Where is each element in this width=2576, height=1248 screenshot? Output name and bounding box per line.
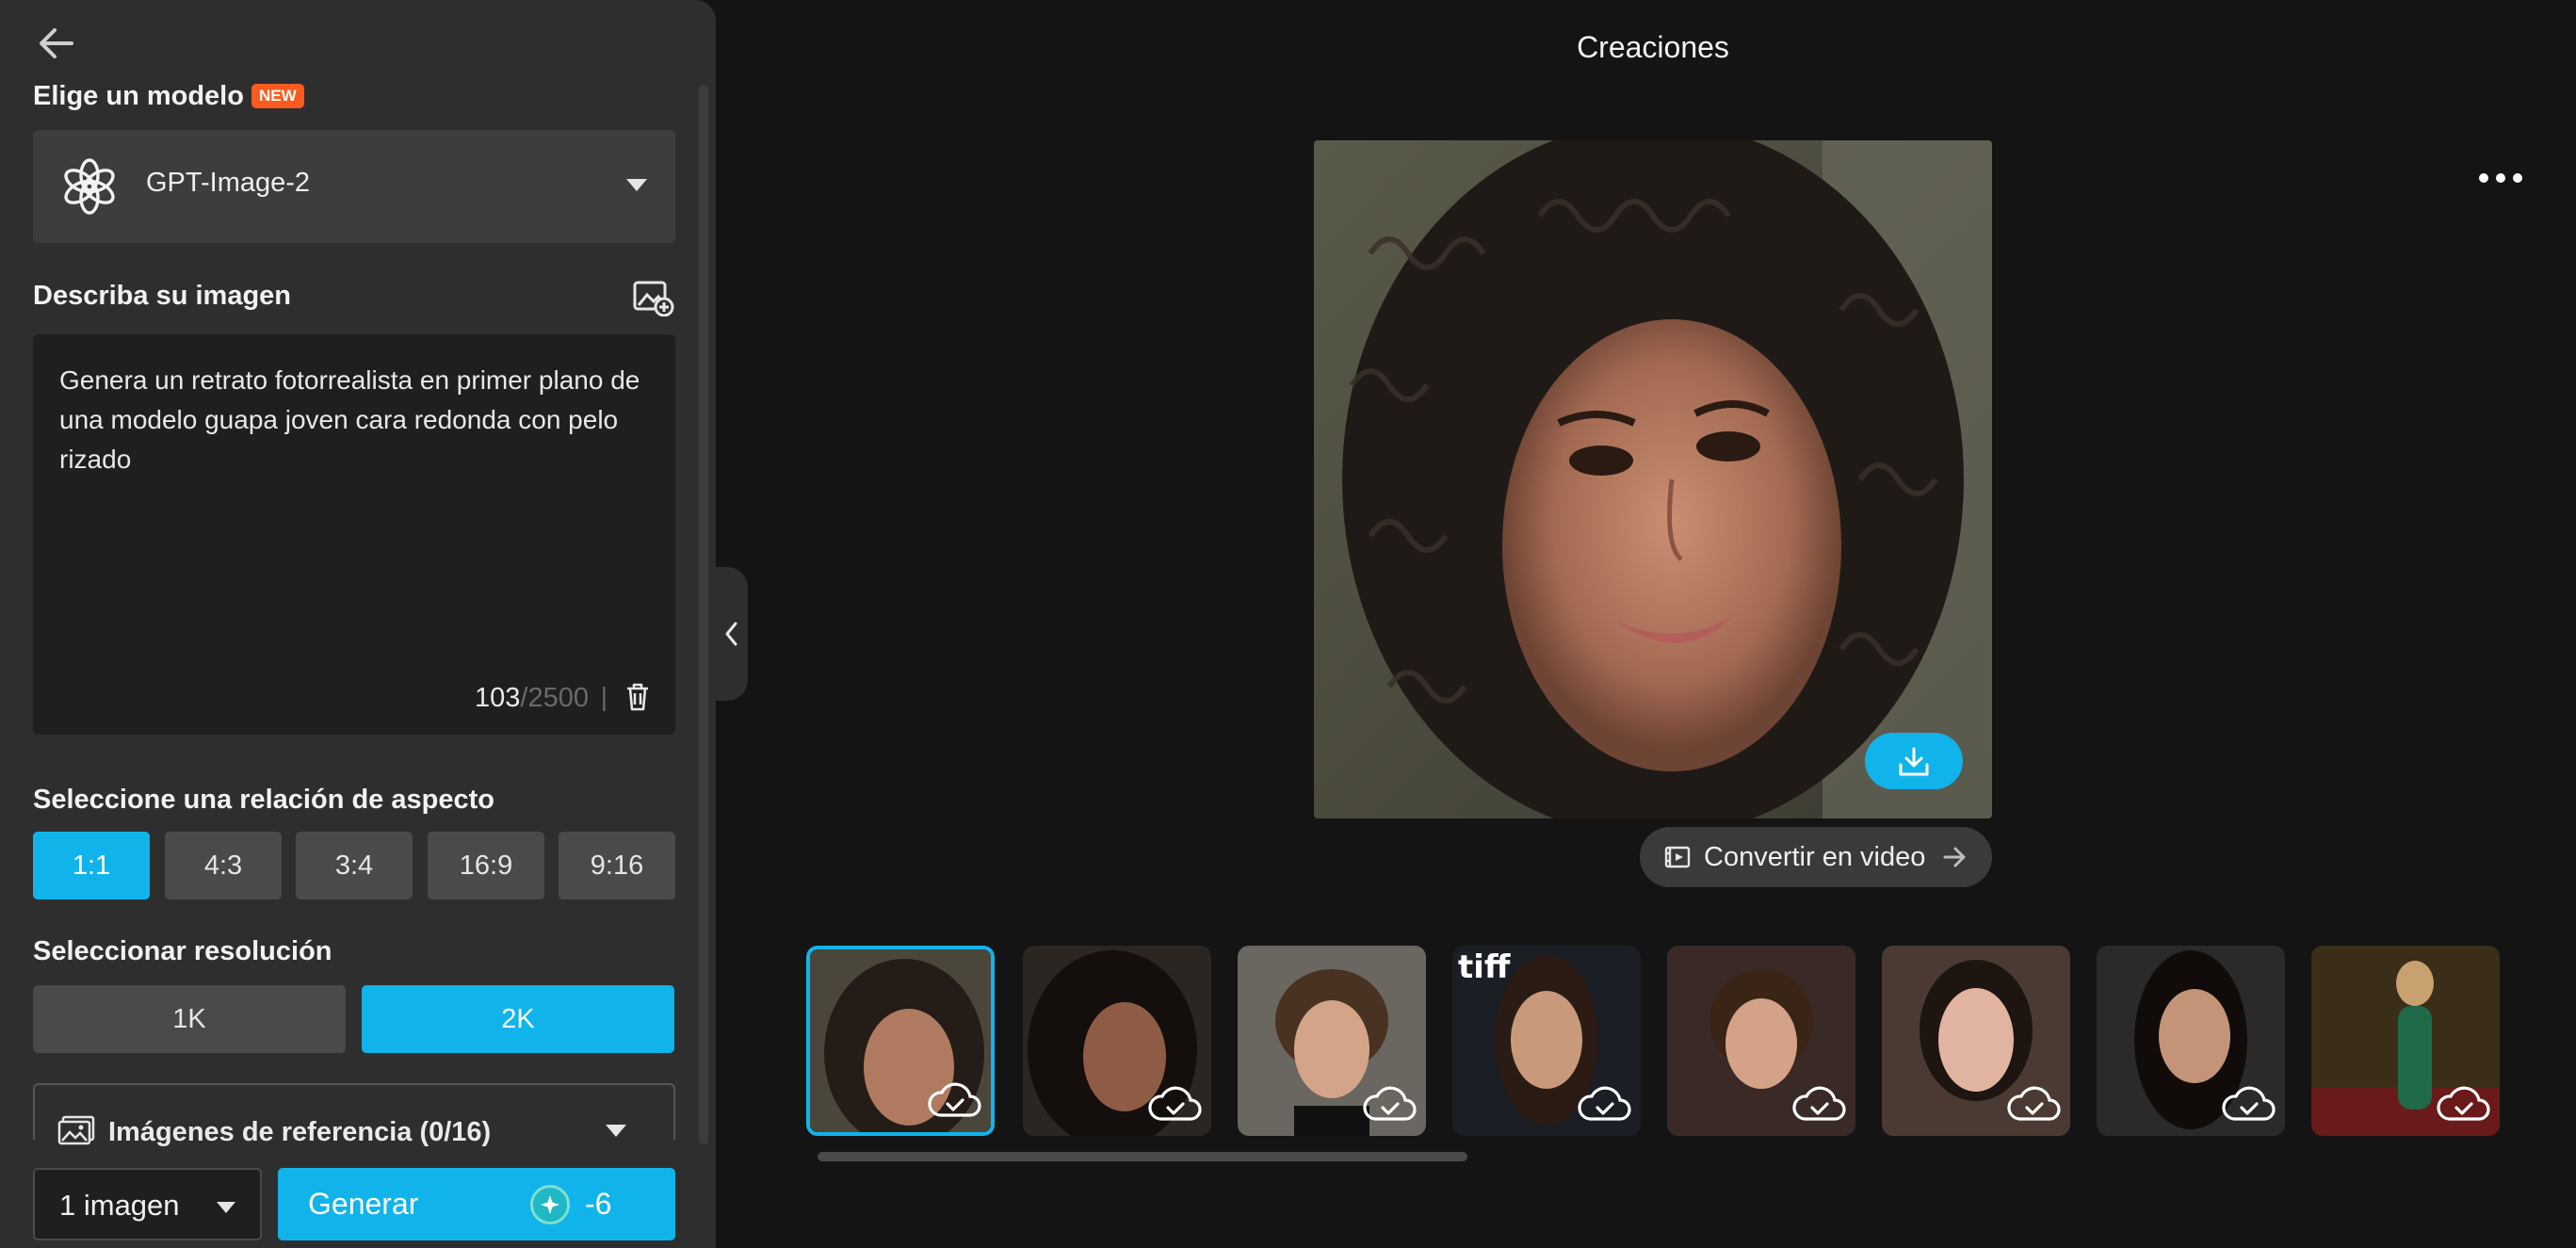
image-upload-icon[interactable] bbox=[633, 279, 674, 316]
chevron-down-icon bbox=[626, 179, 647, 191]
app-root: Elige un modelo NEW GPT-Image-2 Describa … bbox=[0, 0, 2576, 1248]
new-badge: NEW bbox=[251, 84, 304, 108]
cloud-saved-icon bbox=[928, 1082, 981, 1117]
more-options-icon[interactable] bbox=[2479, 170, 2522, 186]
download-icon bbox=[1899, 747, 1929, 776]
image-count-value: 1 imagen bbox=[59, 1189, 180, 1222]
aspect-9-16-button[interactable]: 9:16 bbox=[559, 832, 675, 900]
thumbnail-item[interactable]: tiff bbox=[1452, 946, 1641, 1136]
thumbnail-scrollbar[interactable] bbox=[818, 1152, 1467, 1161]
generate-button[interactable]: Generar -6 bbox=[278, 1168, 675, 1240]
download-button[interactable] bbox=[1865, 733, 1963, 789]
model-section-title: Elige un modelo NEW bbox=[33, 81, 304, 112]
reference-images-dropdown[interactable]: Imágenes de referencia (0/16) bbox=[33, 1083, 675, 1147]
image-icon bbox=[57, 1115, 95, 1145]
cloud-saved-icon bbox=[2437, 1086, 2490, 1121]
generated-image-preview[interactable] bbox=[1314, 140, 1992, 818]
trash-icon[interactable] bbox=[624, 682, 651, 712]
chevron-down-icon bbox=[217, 1202, 235, 1213]
creations-thumbnail-strip: tiff bbox=[806, 946, 2502, 1136]
aspect-section-title: Seleccione una relación de aspecto bbox=[33, 785, 494, 815]
svg-text:tiff: tiff bbox=[1458, 948, 1511, 986]
prompt-section-title: Describa su imagen bbox=[33, 281, 291, 311]
collapse-panel-button[interactable] bbox=[716, 567, 748, 701]
openai-logo-icon bbox=[64, 158, 115, 215]
thumbnail-item[interactable] bbox=[1667, 946, 1855, 1136]
page-title: Creaciones bbox=[1577, 30, 1729, 64]
prompt-text[interactable]: Genera un retrato fotorrealista en prime… bbox=[59, 361, 653, 479]
video-icon bbox=[1664, 846, 1691, 868]
thumbnail-item[interactable] bbox=[1023, 946, 1211, 1136]
generate-label: Generar bbox=[308, 1187, 419, 1221]
aspect-ratio-group: 1:1 4:3 3:4 16:9 9:16 bbox=[33, 832, 675, 900]
cloud-saved-icon bbox=[1363, 1086, 1417, 1121]
counter-divider: | bbox=[600, 682, 608, 711]
panel-scrollbar[interactable] bbox=[699, 85, 708, 1144]
cloud-saved-icon bbox=[2007, 1086, 2061, 1121]
cloud-saved-icon bbox=[2222, 1086, 2276, 1121]
image-count-select[interactable]: 1 imagen bbox=[33, 1168, 262, 1240]
aspect-3-4-button[interactable]: 3:4 bbox=[296, 832, 413, 900]
model-select[interactable]: GPT-Image-2 bbox=[33, 130, 675, 243]
cloud-saved-icon bbox=[1792, 1086, 1846, 1121]
chevron-down-icon bbox=[606, 1125, 626, 1137]
aspect-4-3-button[interactable]: 4:3 bbox=[165, 832, 282, 900]
thumbnail-item[interactable] bbox=[2311, 946, 2500, 1136]
aspect-1-1-button[interactable]: 1:1 bbox=[33, 832, 150, 900]
model-name: GPT-Image-2 bbox=[146, 168, 311, 198]
chevron-left-icon bbox=[725, 622, 737, 646]
thumbnail-item[interactable] bbox=[1882, 946, 2070, 1136]
thumbnail-item[interactable] bbox=[2097, 946, 2285, 1136]
generate-cost: -6 bbox=[585, 1187, 612, 1221]
convert-to-video-label: Convertir en video bbox=[1704, 842, 1926, 872]
resolution-1k-button[interactable]: 1K bbox=[33, 985, 346, 1053]
thumbnail-item[interactable] bbox=[806, 946, 995, 1136]
thumbnail-item[interactable] bbox=[1238, 946, 1426, 1136]
convert-to-video-button[interactable]: Convertir en video bbox=[1640, 827, 1992, 887]
resolution-section-title: Seleccionar resolución bbox=[33, 936, 332, 966]
cloud-saved-icon bbox=[1148, 1086, 1202, 1121]
credit-spark-icon bbox=[530, 1185, 570, 1224]
generation-panel: Elige un modelo NEW GPT-Image-2 Describa … bbox=[0, 0, 716, 1248]
prompt-textarea[interactable]: Genera un retrato fotorrealista en prime… bbox=[33, 334, 675, 735]
cloud-saved-icon bbox=[1578, 1086, 1631, 1121]
char-counter: 103/2500 bbox=[475, 683, 589, 713]
aspect-16-9-button[interactable]: 16:9 bbox=[428, 832, 544, 900]
arrow-right-icon bbox=[1943, 847, 1966, 867]
resolution-2k-button[interactable]: 2K bbox=[362, 985, 674, 1053]
reference-images-label: Imágenes de referencia (0/16) bbox=[108, 1117, 492, 1147]
back-arrow-icon[interactable] bbox=[36, 24, 77, 62]
